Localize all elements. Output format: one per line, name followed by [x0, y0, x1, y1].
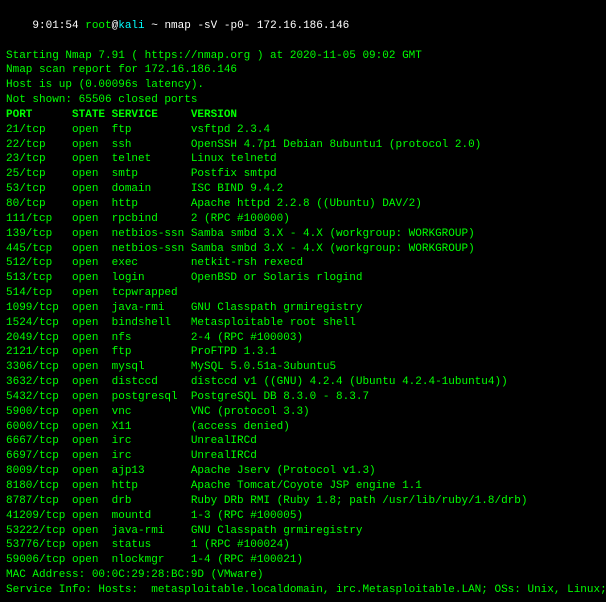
- user: root: [85, 20, 111, 32]
- port-59006: 59006/tcp open nlockmgr 1-4 (RPC #100021…: [6, 553, 600, 568]
- path: ~: [145, 20, 165, 32]
- port-8787: 8787/tcp open drb Ruby DRb RMI (Ruby 1.8…: [6, 494, 600, 509]
- port-6667: 6667/tcp open irc UnrealIRCd: [6, 434, 600, 449]
- port-3632: 3632/tcp open distccd distccd v1 ((GNU) …: [6, 375, 600, 390]
- command: nmap -sV -p0- 172.16.186.146: [164, 20, 349, 32]
- port-111: 111/tcp open rpcbind 2 (RPC #100000): [6, 212, 600, 227]
- port-21: 21/tcp open ftp vsftpd 2.3.4: [6, 123, 600, 138]
- port-1099: 1099/tcp open java-rmi GNU Classpath grm…: [6, 301, 600, 316]
- port-22: 22/tcp open ssh OpenSSH 4.7p1 Debian 8ub…: [6, 138, 600, 153]
- port-23: 23/tcp open telnet Linux telnetd: [6, 152, 600, 167]
- service-info: Service Info: Hosts: metasploitable.loca…: [6, 583, 600, 598]
- port-6000: 6000/tcp open X11 (access denied): [6, 420, 600, 435]
- port-41209: 41209/tcp open mountd 1-3 (RPC #100005): [6, 509, 600, 524]
- port-1524: 1524/tcp open bindshell Metasploitable r…: [6, 316, 600, 331]
- port-514: 514/tcp open tcpwrapped: [6, 286, 600, 301]
- port-53222: 53222/tcp open java-rmi GNU Classpath gr…: [6, 524, 600, 539]
- mac-address: MAC Address: 00:0C:29:28:BC:9D (VMware): [6, 568, 600, 583]
- host-up: Host is up (0.00096s latency).: [6, 78, 600, 93]
- port-5432: 5432/tcp open postgresql PostgreSQL DB 8…: [6, 390, 600, 405]
- port-5900: 5900/tcp open vnc VNC (protocol 3.3): [6, 405, 600, 420]
- port-139: 139/tcp open netbios-ssn Samba smbd 3.X …: [6, 227, 600, 242]
- port-8009: 8009/tcp open ajp13 Apache Jserv (Protoc…: [6, 464, 600, 479]
- port-25: 25/tcp open smtp Postfix smtpd: [6, 167, 600, 182]
- host: kali: [118, 20, 144, 32]
- time: 9:01:54: [32, 20, 85, 32]
- port-80: 80/tcp open http Apache httpd 2.2.8 ((Ub…: [6, 197, 600, 212]
- port-3306: 3306/tcp open mysql MySQL 5.0.51a-3ubunt…: [6, 360, 600, 375]
- not-shown: Not shown: 65506 closed ports: [6, 93, 600, 108]
- port-513: 513/tcp open login OpenBSD or Solaris rl…: [6, 271, 600, 286]
- port-445: 445/tcp open netbios-ssn Samba smbd 3.X …: [6, 242, 600, 257]
- port-8180: 8180/tcp open http Apache Tomcat/Coyote …: [6, 479, 600, 494]
- port-2049: 2049/tcp open nfs 2-4 (RPC #100003): [6, 331, 600, 346]
- nmap-start: Starting Nmap 7.91 ( https://nmap.org ) …: [6, 49, 600, 64]
- port-512: 512/tcp open exec netkit-rsh rexecd: [6, 256, 600, 271]
- port-53776: 53776/tcp open status 1 (RPC #100024): [6, 538, 600, 553]
- scan-report: Nmap scan report for 172.16.186.146: [6, 63, 600, 78]
- port-6697: 6697/tcp open irc UnrealIRCd: [6, 449, 600, 464]
- prompt-line: 9:01:54 root@kali ~ nmap -sV -p0- 172.16…: [6, 4, 600, 49]
- terminal: 9:01:54 root@kali ~ nmap -sV -p0- 172.16…: [6, 4, 600, 598]
- table-header: PORT STATE SERVICE VERSION: [6, 108, 600, 123]
- port-53: 53/tcp open domain ISC BIND 9.4.2: [6, 182, 600, 197]
- port-2121: 2121/tcp open ftp ProFTPD 1.3.1: [6, 345, 600, 360]
